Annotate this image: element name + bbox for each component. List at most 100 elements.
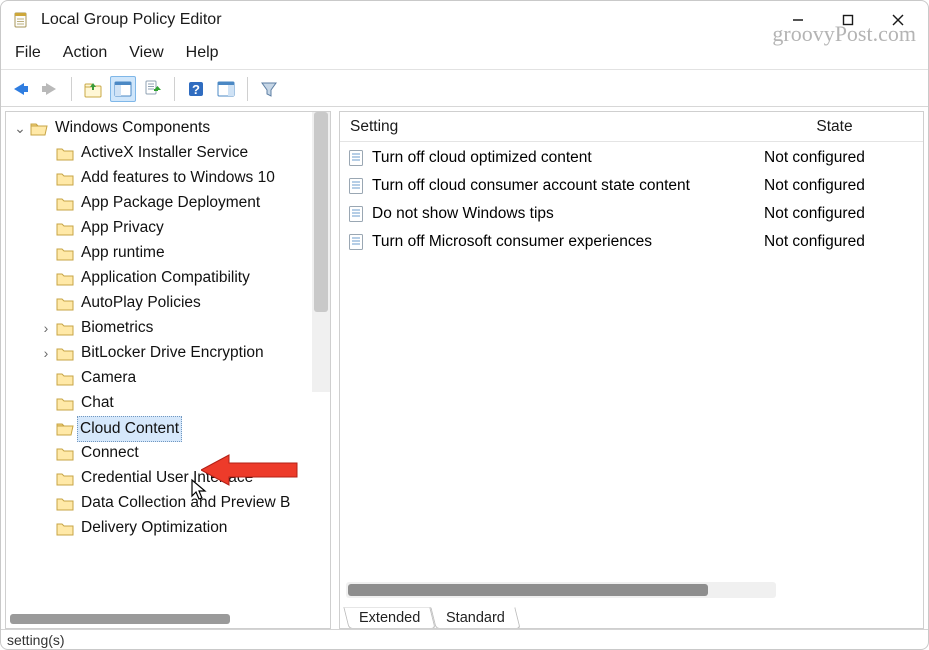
- tree-item[interactable]: · Application Compatibility: [6, 266, 330, 291]
- menu-file[interactable]: File: [15, 44, 41, 62]
- window: Local Group Policy Editor groovyPost.com…: [0, 0, 929, 650]
- forward-button[interactable]: [37, 76, 63, 102]
- list-item[interactable]: Turn off Microsoft consumer experiences …: [340, 228, 923, 256]
- tree-item[interactable]: · AutoPlay Policies: [6, 291, 330, 316]
- folder-icon: [56, 372, 74, 386]
- horizontal-scrollbar[interactable]: [10, 614, 270, 626]
- list-pane: Setting State Turn off cloud optimized c…: [339, 111, 924, 629]
- setting-name: Turn off cloud optimized content: [372, 149, 592, 167]
- tree-label: App Privacy: [80, 216, 165, 240]
- tree-item[interactable]: · ActiveX Installer Service: [6, 141, 330, 166]
- folder-icon: [56, 497, 74, 511]
- horizontal-scrollbar[interactable]: [346, 582, 776, 598]
- folder-icon: [56, 397, 74, 411]
- tree-item[interactable]: · Add features to Windows 10: [6, 166, 330, 191]
- close-button[interactable]: [876, 6, 920, 34]
- tree-item[interactable]: · Data Collection and Preview B: [6, 491, 330, 516]
- divider: [174, 77, 175, 101]
- policy-icon: [348, 205, 364, 223]
- tree-label: ActiveX Installer Service: [80, 141, 249, 165]
- tree-item[interactable]: · Connect: [6, 441, 330, 466]
- tab-standard[interactable]: Standard: [431, 607, 521, 629]
- tree-label: Delivery Optimization: [80, 516, 228, 540]
- filter-button[interactable]: [256, 76, 282, 102]
- tree-item[interactable]: · Camera: [6, 366, 330, 391]
- folder-icon: [56, 522, 74, 536]
- collapse-icon[interactable]: ⌄: [12, 118, 28, 140]
- setting-state: Not configured: [760, 205, 923, 223]
- tree-item-cloud-content[interactable]: · Cloud Content: [6, 416, 330, 441]
- tree-label: App runtime: [80, 241, 166, 265]
- tree-item[interactable]: · Chat: [6, 391, 330, 416]
- menu-view[interactable]: View: [129, 44, 163, 62]
- tree[interactable]: ⌄ Windows Components · ActiveX Installer…: [6, 112, 330, 628]
- tree-label: Connect: [80, 441, 140, 465]
- list-item[interactable]: Turn off cloud optimized content Not con…: [340, 144, 923, 172]
- export-list-button[interactable]: [140, 76, 166, 102]
- tree-label: AutoPlay Policies: [80, 291, 202, 315]
- menu-help[interactable]: Help: [186, 44, 219, 62]
- splitter[interactable]: [331, 107, 339, 629]
- up-one-level-button[interactable]: [80, 76, 106, 102]
- tree-item[interactable]: · App Privacy: [6, 216, 330, 241]
- divider: [247, 77, 248, 101]
- statusbar: setting(s): [1, 629, 928, 649]
- maximize-button[interactable]: [826, 6, 870, 34]
- setting-name: Turn off Microsoft consumer experiences: [372, 233, 652, 251]
- policy-icon: [348, 149, 364, 167]
- setting-state: Not configured: [760, 233, 923, 251]
- tree-label: Data Collection and Preview B: [80, 491, 291, 515]
- minimize-button[interactable]: [776, 6, 820, 34]
- app-icon: [13, 11, 31, 29]
- tree-label: Chat: [80, 391, 115, 415]
- policy-icon: [348, 177, 364, 195]
- back-button[interactable]: [7, 76, 33, 102]
- column-header-state[interactable]: State: [760, 118, 923, 136]
- folder-icon: [56, 447, 74, 461]
- tree-item[interactable]: · Delivery Optimization: [6, 516, 330, 541]
- folder-open-icon: [30, 121, 48, 136]
- tree-root-windows-components[interactable]: ⌄ Windows Components: [6, 116, 330, 141]
- svg-text:?: ?: [192, 82, 200, 97]
- column-header-setting[interactable]: Setting: [340, 118, 760, 136]
- tree-item[interactable]: · App Package Deployment: [6, 191, 330, 216]
- folder-icon: [56, 172, 74, 186]
- window-controls: [776, 6, 926, 34]
- tree-label: Cloud Content: [77, 416, 182, 442]
- folder-icon: [56, 347, 74, 361]
- divider: [71, 77, 72, 101]
- folder-open-icon: [56, 421, 74, 436]
- tree-item[interactable]: · Credential User Interface: [6, 466, 330, 491]
- setting-name: Do not show Windows tips: [372, 205, 554, 223]
- folder-icon: [56, 247, 74, 261]
- view-tabs: Extended Standard: [346, 604, 518, 628]
- show-hide-tree-button[interactable]: [110, 76, 136, 102]
- help-button[interactable]: ?: [183, 76, 209, 102]
- menubar: File Action View Help: [1, 39, 928, 67]
- expand-icon[interactable]: ›: [38, 318, 54, 340]
- tree-item[interactable]: · App runtime: [6, 241, 330, 266]
- expand-icon[interactable]: ›: [38, 343, 54, 365]
- policy-icon: [348, 233, 364, 251]
- list-item[interactable]: Do not show Windows tips Not configured: [340, 200, 923, 228]
- vertical-scrollbar[interactable]: [312, 112, 330, 392]
- setting-state: Not configured: [760, 177, 923, 195]
- folder-icon: [56, 322, 74, 336]
- status-text: setting(s): [7, 632, 65, 648]
- folder-icon: [56, 147, 74, 161]
- show-hide-action-pane-button[interactable]: [213, 76, 239, 102]
- tab-extended[interactable]: Extended: [343, 607, 436, 629]
- tree-item[interactable]: › BitLocker Drive Encryption: [6, 341, 330, 366]
- window-title: Local Group Policy Editor: [41, 11, 222, 29]
- main-area: ⌄ Windows Components · ActiveX Installer…: [1, 107, 928, 629]
- tree-label: BitLocker Drive Encryption: [80, 341, 265, 365]
- folder-icon: [56, 222, 74, 236]
- tree-label: Add features to Windows 10: [80, 166, 276, 190]
- setting-state: Not configured: [760, 149, 923, 167]
- tree-label: Windows Components: [54, 116, 211, 140]
- menu-action[interactable]: Action: [63, 44, 107, 62]
- tree-label: Biometrics: [80, 316, 154, 340]
- folder-icon: [56, 197, 74, 211]
- tree-item[interactable]: › Biometrics: [6, 316, 330, 341]
- list-item[interactable]: Turn off cloud consumer account state co…: [340, 172, 923, 200]
